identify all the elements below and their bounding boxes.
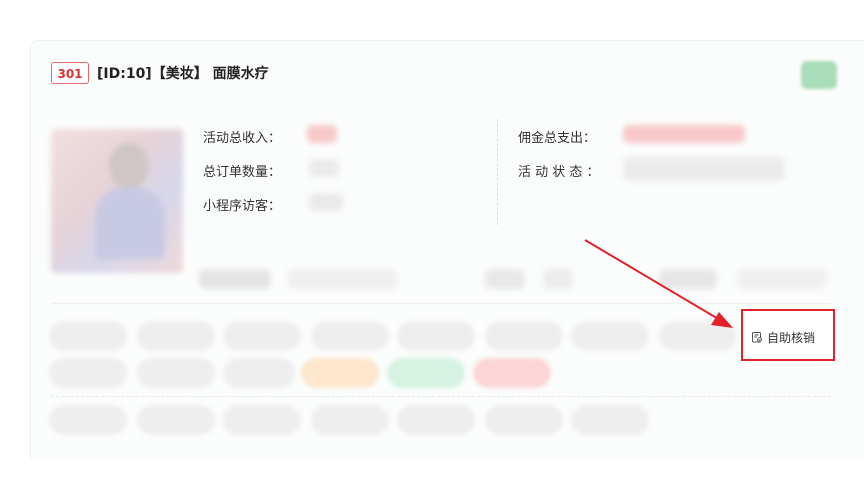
info-blur-5 — [659, 269, 717, 289]
action-pill[interactable] — [485, 321, 563, 351]
total-orders-value — [309, 159, 339, 177]
action-pill[interactable] — [397, 321, 475, 351]
action-pill[interactable] — [311, 321, 389, 351]
self-verify-label: 自助核销 — [767, 330, 816, 345]
action-pill[interactable] — [137, 405, 215, 435]
info-blur-4 — [543, 269, 573, 289]
total-income-value — [307, 125, 337, 143]
total-orders-label: 总订单数量： — [203, 165, 282, 180]
action-pill[interactable] — [137, 358, 215, 388]
stats-divider — [497, 119, 498, 225]
action-pill[interactable] — [49, 358, 127, 388]
action-pill[interactable] — [571, 405, 649, 435]
activity-title: [ID:10]【美妆】 面膜水疗 — [97, 66, 269, 82]
clipboard-check-icon — [752, 332, 762, 343]
action-pill[interactable] — [49, 321, 127, 351]
action-pill[interactable] — [485, 405, 563, 435]
activity-card: 301 [ID:10]【美妆】 面膜水疗 活动总收入： 总订单数量： 小程序访客… — [30, 40, 864, 461]
status-badge — [801, 61, 837, 89]
action-pill[interactable] — [659, 321, 737, 351]
self-verify-highlight: 自助核销 — [741, 309, 835, 361]
action-pill[interactable] — [223, 405, 301, 435]
info-blur-1 — [199, 269, 271, 289]
action-pill[interactable] — [49, 405, 127, 435]
activity-status-label: 活 动 状 态 ： — [518, 165, 600, 180]
action-pill-orange[interactable] — [301, 358, 379, 388]
action-pill-pink[interactable] — [473, 358, 551, 388]
activity-tag: 301 — [51, 62, 89, 84]
card-header: 301 [ID:10]【美妆】 面膜水疗 — [31, 41, 864, 99]
self-verify-button[interactable]: 自助核销 — [751, 327, 815, 347]
divider-line-1 — [51, 303, 831, 304]
info-blur-6 — [737, 269, 827, 289]
action-pill[interactable] — [571, 321, 649, 351]
action-pill[interactable] — [397, 405, 475, 435]
action-pill[interactable] — [137, 321, 215, 351]
action-pill-green[interactable] — [387, 358, 465, 388]
info-blur-2 — [287, 269, 397, 289]
commission-total-label: 佣金总支出： — [518, 131, 597, 146]
mini-program-visitors-value — [309, 193, 343, 211]
total-income-label: 活动总收入： — [203, 131, 282, 146]
product-thumbnail — [51, 129, 183, 273]
activity-status-value — [623, 157, 785, 181]
commission-total-value — [623, 125, 745, 143]
mini-program-visitors-label: 小程序访客： — [203, 199, 282, 214]
action-pill[interactable] — [311, 405, 389, 435]
action-pill[interactable] — [223, 321, 301, 351]
action-pill[interactable] — [223, 358, 295, 388]
info-blur-3 — [485, 269, 525, 289]
divider-line-2 — [51, 396, 831, 397]
